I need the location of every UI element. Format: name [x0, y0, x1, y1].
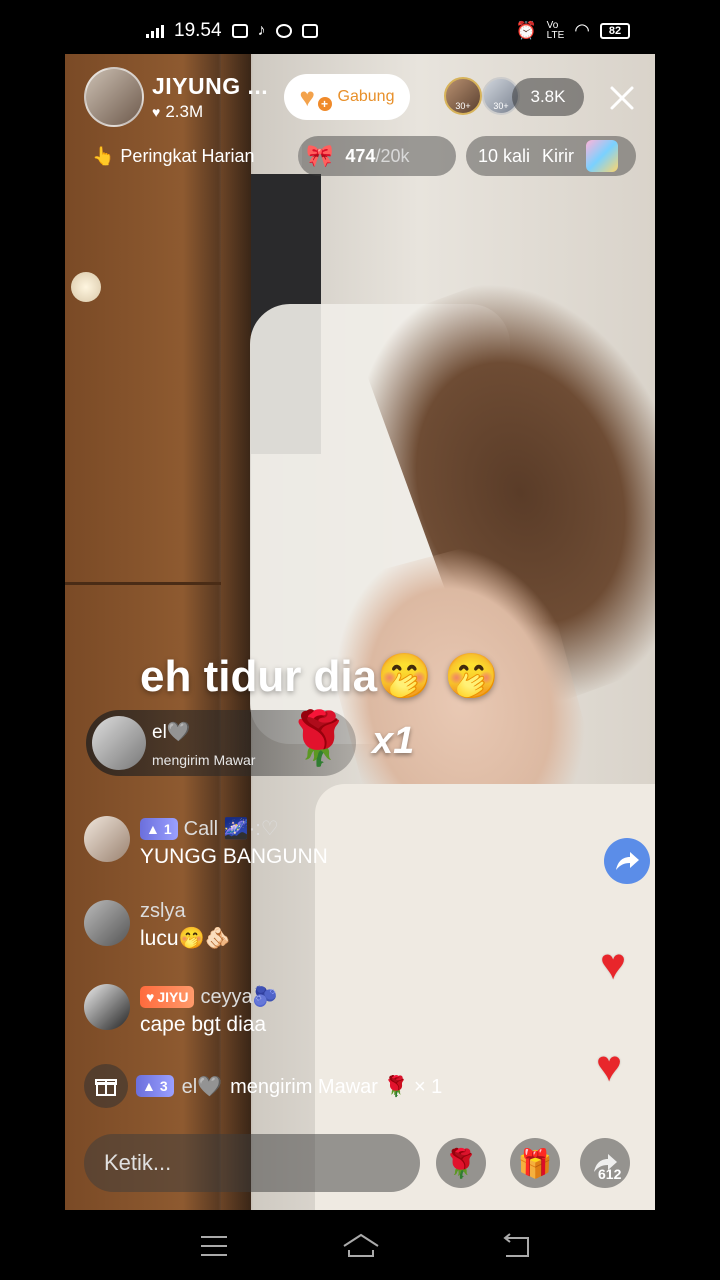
gift-action: mengirim Mawar — [152, 752, 256, 768]
comment-body: ♥ JIYU ceyya🫐 cape bgt diaa — [140, 984, 278, 1037]
viewer-count[interactable]: 3.8K — [512, 78, 584, 116]
host-likes: ♥ 2.3M — [152, 102, 268, 122]
comment-body: ▲ 1 Call 🌌·:♡ YUNGG BANGUNN — [140, 816, 328, 869]
host-likes-count: 2.3M — [165, 101, 204, 121]
floating-heart-icon: ♥ — [596, 1042, 623, 1091]
level-triangle-icon: ▲ — [142, 1078, 156, 1094]
menu-icon[interactable] — [198, 1232, 230, 1260]
status-time: 19.54 — [174, 20, 222, 41]
back-icon[interactable] — [500, 1232, 532, 1260]
share-arrow-icon[interactable] — [604, 838, 650, 884]
comment-item[interactable]: ▲ 1 Call 🌌·:♡ YUNGG BANGUNN — [84, 816, 328, 869]
ranking-label: Peringkat Harian — [120, 145, 255, 166]
host-info[interactable]: JIYUNG ... ♥ 2.3M — [84, 67, 268, 127]
viewer-badge-1: 30+ — [455, 101, 471, 111]
goal-current: 474 — [345, 145, 376, 166]
fan-club-name: JIYU — [157, 988, 189, 1005]
video-camera-icon — [231, 24, 248, 38]
gift-outline-icon — [95, 1079, 117, 1096]
comment-body: zslya lucu🤭🫵🏻 — [140, 900, 231, 951]
comment-header: ▲ 1 Call 🌌·:♡ — [140, 816, 328, 841]
commenter-name: Call 🌌·:♡ — [183, 818, 279, 840]
app-icon — [275, 24, 292, 38]
screen: 19.54 ♪ ⏰ Vo LTE ◠ 82 JIYUNG ... ♥ 2.3M … — [0, 0, 720, 1280]
status-left: 19.54 ♪ — [146, 20, 318, 42]
floating-heart-icon: ♥ — [600, 940, 627, 989]
status-right: ⏰ Vo LTE ◠ 82 — [515, 19, 630, 41]
host-text: JIYUNG ... ♥ 2.3M — [152, 73, 268, 122]
comment-input[interactable]: Ketik... — [84, 1134, 420, 1192]
heart-plus-icon: ♥ + — [300, 83, 332, 111]
lamp-light — [71, 272, 101, 302]
gift-box-icon — [586, 140, 619, 172]
rose-icon: 🌹 — [286, 710, 351, 768]
comment-header: ♥ JIYU ceyya🫐 — [140, 984, 278, 1009]
comment-item[interactable]: zslya lucu🤭🫵🏻 — [84, 900, 231, 951]
commenter-name: ceyya🫐 — [200, 986, 278, 1008]
goal-progress[interactable]: 🎀 474/20k — [298, 136, 456, 176]
level-triangle-icon: ▲ — [146, 820, 160, 837]
comment-text: YUNGG BANGUNN — [140, 845, 328, 868]
gift-icon: 🎁 — [517, 1147, 553, 1179]
gift-sender-avatar[interactable] — [92, 716, 146, 770]
volte-icon: Vo LTE — [546, 19, 565, 41]
goal-gift-icon: 🎀 — [306, 143, 334, 168]
goal-total: /20k — [375, 145, 410, 166]
heart-icon: ♥ — [152, 103, 161, 120]
share-count: 612 — [598, 1166, 622, 1182]
host-avatar[interactable] — [84, 67, 144, 127]
pointing-hand-icon: 👆 — [92, 145, 115, 166]
level-number: 3 — [159, 1078, 168, 1094]
signal-icon — [146, 24, 164, 38]
commenter-avatar[interactable] — [84, 984, 130, 1030]
top-viewer-avatar-1[interactable]: 30+ — [444, 77, 482, 115]
send-label: Kirir — [542, 145, 575, 166]
level-badge: ▲ 1 — [140, 817, 178, 840]
wood-seam — [65, 582, 225, 585]
status-bar: 19.54 ♪ ⏰ Vo LTE ◠ 82 — [0, 0, 720, 56]
fan-heart-icon: ♥ — [146, 988, 155, 1005]
commenter-avatar[interactable] — [84, 816, 130, 862]
gift-event-sender: el🩶 — [181, 1075, 223, 1098]
goal-values: 474/20k — [345, 146, 409, 167]
level-number: 1 — [163, 820, 172, 837]
gift-event-text: mengirim Mawar 🌹 × 1 — [230, 1075, 443, 1098]
send-gift-prompt[interactable]: 10 kali Kirir — [466, 136, 636, 176]
battery-icon: 82 — [600, 22, 630, 39]
share-arrow-shape — [616, 852, 639, 870]
comment-text: cape bgt diaa — [140, 1013, 267, 1036]
fan-club-badge: ♥ JIYU — [140, 985, 195, 1008]
rose-gift-button[interactable]: 🌹 — [436, 1138, 486, 1188]
commenter-name: zslya — [140, 900, 186, 922]
commenter-avatar[interactable] — [84, 900, 130, 946]
daily-ranking[interactable]: 👆 Peringkat Harian — [84, 138, 263, 174]
comment-header: zslya — [140, 900, 231, 923]
join-button[interactable]: ♥ + Gabung — [284, 74, 410, 120]
host-name: JIYUNG ... — [152, 72, 269, 99]
alarm-icon: ⏰ — [515, 20, 537, 40]
gift-button[interactable]: 🎁 — [510, 1138, 560, 1188]
gift-sender-name: el🩶 — [152, 722, 191, 743]
viewer-badge-2: 30+ — [493, 101, 509, 111]
tiktok-icon: ♪ — [257, 22, 266, 39]
comment-item[interactable]: ♥ JIYU ceyya🫐 cape bgt diaa — [84, 984, 278, 1037]
close-icon[interactable] — [604, 80, 640, 116]
stream-caption: eh tidur dia🤭 🤭 — [140, 652, 499, 701]
mail-icon — [301, 24, 318, 38]
wifi-icon: ◠ — [574, 20, 590, 40]
level-badge: ▲ 3 — [136, 1075, 174, 1097]
send-times: 10 kali — [478, 145, 531, 166]
home-icon[interactable] — [342, 1232, 380, 1260]
goal-progress-fill — [298, 136, 302, 176]
join-label: Gabung — [337, 88, 395, 105]
gift-icon[interactable] — [84, 1064, 128, 1108]
rose-icon: 🌹 — [443, 1147, 479, 1179]
gift-multiplier: x1 — [372, 720, 415, 762]
gift-event: ▲ 3 el🩶 mengirim Mawar 🌹 × 1 — [84, 1064, 442, 1108]
comment-text: lucu🤭🫵🏻 — [140, 927, 231, 950]
